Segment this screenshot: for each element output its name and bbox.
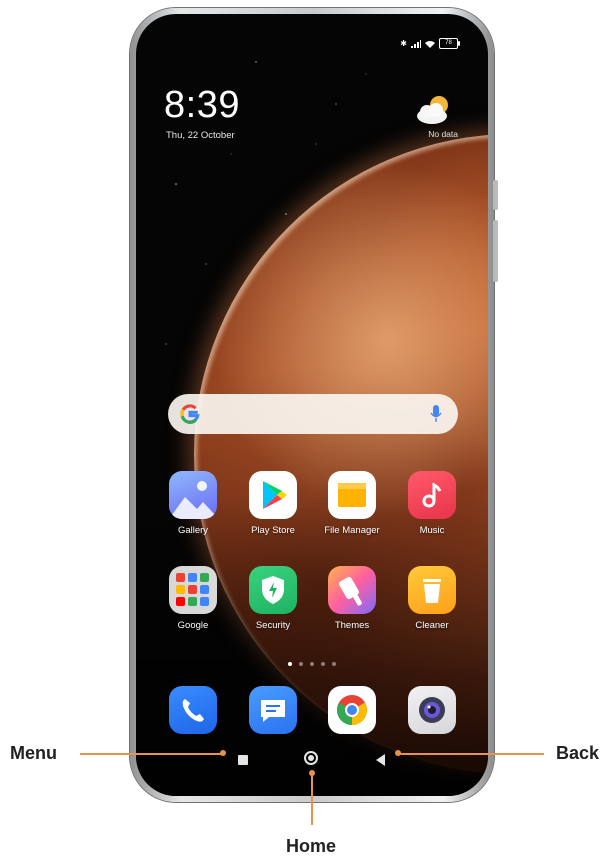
- app-label: File Manager: [324, 525, 380, 536]
- app-label: Themes: [334, 620, 370, 631]
- page-dot[interactable]: [321, 662, 325, 666]
- app-label: Cleaner: [415, 620, 449, 631]
- callout-line-back: [398, 753, 544, 755]
- chrome-icon: [328, 686, 376, 734]
- weather-icon[interactable]: [414, 94, 454, 126]
- app-label: Music: [419, 525, 445, 536]
- app-file-manager[interactable]: File Manager: [312, 471, 392, 536]
- app-cleaner[interactable]: Cleaner: [392, 566, 472, 631]
- app-label: Gallery: [177, 525, 209, 536]
- callout-home-label: Home: [286, 836, 337, 856]
- dock-camera[interactable]: [392, 686, 472, 734]
- callout-line-home: [311, 773, 313, 825]
- app-label: Security: [255, 620, 291, 631]
- dock-messages[interactable]: [233, 686, 313, 734]
- nav-back-button[interactable]: [376, 754, 385, 766]
- lockscreen-clock[interactable]: 8:39: [164, 86, 240, 124]
- battery-icon: 78: [439, 38, 460, 49]
- messages-icon: [249, 686, 297, 734]
- microphone-icon[interactable]: [430, 404, 442, 424]
- volume-button: [493, 180, 498, 210]
- page-dot[interactable]: [299, 662, 303, 666]
- callout-line-menu: [80, 753, 224, 755]
- app-themes[interactable]: Themes: [312, 566, 392, 631]
- bluetooth-icon: ✱: [400, 39, 407, 48]
- google-search-bar[interactable]: [168, 394, 458, 434]
- weather-status: No data: [428, 129, 458, 139]
- signal-icon: [411, 39, 421, 48]
- power-button: [493, 220, 498, 282]
- page-indicator: [136, 662, 488, 666]
- callout-menu-label: Menu: [10, 743, 57, 763]
- app-security[interactable]: Security: [233, 566, 313, 631]
- camera-icon: [408, 686, 456, 734]
- themes-icon: [328, 566, 376, 614]
- dock-chrome[interactable]: [312, 686, 392, 734]
- callout-dot-back: [395, 750, 401, 756]
- page-dot[interactable]: [288, 662, 292, 666]
- google-g-icon: [180, 404, 200, 424]
- status-bar: ✱ 78: [400, 38, 460, 49]
- phone-frame: ✱ 78 8:39 Thu, 22 October No data Galler…: [130, 8, 498, 802]
- lockscreen-date: Thu, 22 October: [166, 130, 235, 141]
- app-play-store[interactable]: Play Store: [233, 471, 313, 536]
- google-folder-icon: [169, 566, 217, 614]
- callout-back-label: Back: [556, 743, 600, 763]
- page-dot[interactable]: [310, 662, 314, 666]
- page-dot[interactable]: [332, 662, 336, 666]
- nav-home-button[interactable]: [304, 751, 318, 765]
- music-icon: [408, 471, 456, 519]
- nav-menu-button[interactable]: [238, 755, 248, 765]
- gallery-icon: [169, 471, 217, 519]
- dock-phone[interactable]: [153, 686, 233, 734]
- app-music[interactable]: Music: [392, 471, 472, 536]
- security-icon: [249, 566, 297, 614]
- callout-dot-home: [309, 770, 315, 776]
- app-label: Google: [177, 620, 209, 631]
- callout-dot-menu: [220, 750, 226, 756]
- file-manager-icon: [328, 471, 376, 519]
- phone-screen: ✱ 78 8:39 Thu, 22 October No data Galler…: [136, 14, 488, 796]
- phone-icon: [169, 686, 217, 734]
- cleaner-icon: [408, 566, 456, 614]
- app-gallery[interactable]: Gallery: [153, 471, 233, 536]
- app-folder-google[interactable]: Google: [153, 566, 233, 631]
- wifi-icon: [425, 40, 435, 48]
- play-store-icon: [249, 471, 297, 519]
- app-label: Play Store: [251, 525, 295, 536]
